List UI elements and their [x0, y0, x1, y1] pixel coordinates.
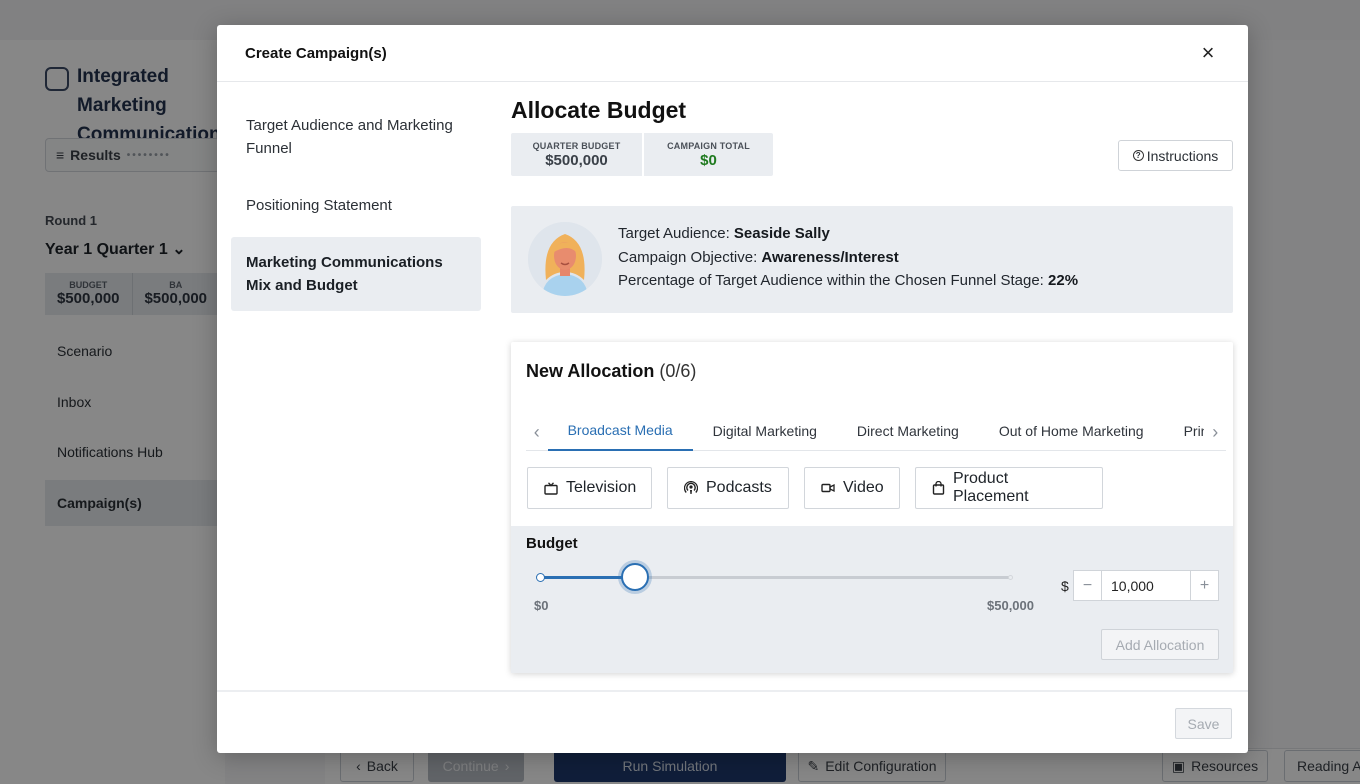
budget-slider[interactable]	[536, 562, 1016, 592]
slider-end-dot	[1008, 575, 1013, 580]
instructions-button[interactable]: ? Instructions	[1118, 140, 1233, 171]
target-audience-label: Target Audience:	[618, 225, 730, 242]
amount-stepper: − +	[1073, 570, 1219, 601]
tab-out-of-home-marketing[interactable]: Out of Home Marketing	[979, 415, 1164, 451]
create-campaign-modal: Create Campaign(s) × Target Audience and…	[217, 25, 1248, 753]
close-icon[interactable]: ×	[1196, 42, 1220, 64]
decrement-button[interactable]: −	[1074, 571, 1102, 600]
tab-print[interactable]: Print	[1164, 415, 1205, 451]
step-positioning-statement[interactable]: Positioning Statement	[231, 180, 481, 231]
campaign-total-label: CAMPAIGN TOTAL	[667, 141, 750, 151]
allocation-title-text: New Allocation	[526, 361, 655, 381]
channel-podcasts-label: Podcasts	[706, 479, 772, 496]
target-audience-line: Target Audience: Seaside Sally	[618, 222, 1078, 246]
television-icon	[544, 481, 558, 495]
budget-summary-box: QUARTER BUDGET $500,000 CAMPAIGN TOTAL $…	[511, 133, 773, 176]
save-button[interactable]: Save	[1175, 708, 1232, 739]
campaign-total-value: $0	[700, 152, 717, 169]
tab-direct-marketing[interactable]: Direct Marketing	[837, 415, 979, 451]
allocation-count: (0/6)	[659, 361, 697, 381]
quarter-budget: QUARTER BUDGET $500,000	[511, 133, 642, 176]
currency-symbol: $	[1061, 578, 1069, 594]
persona-illustration	[528, 222, 602, 296]
podcast-icon	[684, 481, 698, 494]
target-audience-card: Target Audience: Seaside Sally Campaign …	[511, 206, 1233, 313]
slider-min-label: $0	[534, 598, 549, 613]
wizard-steps: Target Audience and Marketing Funnel Pos…	[231, 100, 481, 317]
video-camera-icon	[821, 483, 835, 493]
amount-input[interactable]	[1102, 571, 1190, 600]
channel-video-label: Video	[843, 479, 884, 496]
budget-label: Budget	[526, 535, 578, 552]
channel-options: Television Podcasts Video Product Placem…	[527, 467, 1103, 509]
step-marketing-mix-budget[interactable]: Marketing Communications Mix and Budget	[231, 237, 481, 311]
tab-digital-marketing[interactable]: Digital Marketing	[693, 415, 837, 451]
channel-product-placement-label: Product Placement	[953, 470, 1029, 505]
audience-details: Target Audience: Seaside Sally Campaign …	[618, 222, 1078, 293]
modal-title: Create Campaign(s)	[245, 44, 387, 62]
channel-podcasts-button[interactable]: Podcasts	[667, 467, 789, 509]
tabs-scroll-left-icon[interactable]: ‹	[526, 415, 548, 449]
increment-button[interactable]: +	[1190, 571, 1218, 600]
channel-video-button[interactable]: Video	[804, 467, 900, 509]
slider-thumb[interactable]	[621, 563, 649, 591]
budget-panel: Budget $0 $50,000 $ − + Add Allocation	[511, 526, 1233, 673]
funnel-percentage-line: Percentage of Target Audience within the…	[618, 269, 1078, 293]
quarter-budget-value: $500,000	[545, 152, 608, 169]
modal-header: Create Campaign(s) ×	[217, 25, 1248, 82]
add-allocation-button[interactable]: Add Allocation	[1101, 629, 1219, 660]
allocate-budget-content: Allocate Budget QUARTER BUDGET $500,000 …	[511, 82, 1233, 692]
audience-avatar	[528, 222, 602, 296]
tabs-scroll-right-icon[interactable]: ›	[1204, 415, 1226, 449]
instructions-label: Instructions	[1146, 147, 1219, 164]
funnel-percentage-label: Percentage of Target Audience within the…	[618, 272, 1044, 289]
tab-broadcast-media[interactable]: Broadcast Media	[547, 415, 693, 451]
channel-television-label: Television	[566, 479, 637, 496]
slider-start-dot	[536, 573, 545, 582]
media-tabs: ‹ Broadcast Media Digital Marketing Dire…	[526, 415, 1226, 451]
slider-max-label: $50,000	[987, 598, 1034, 613]
campaign-objective-line: Campaign Objective: Awareness/Interest	[618, 246, 1078, 270]
allocation-title: New Allocation (0/6)	[526, 361, 696, 382]
shopping-bag-icon	[932, 481, 945, 495]
campaign-objective-value: Awareness/Interest	[761, 248, 899, 266]
step-target-audience[interactable]: Target Audience and Marketing Funnel	[231, 100, 481, 174]
campaign-total: CAMPAIGN TOTAL $0	[642, 133, 773, 176]
target-audience-value: Seaside Sally	[733, 225, 830, 242]
channel-product-placement-button[interactable]: Product Placement	[915, 467, 1103, 509]
question-circle-icon: ?	[1132, 150, 1144, 161]
page-title: Allocate Budget	[511, 97, 687, 123]
funnel-percentage-value: 22%	[1048, 272, 1079, 289]
channel-television-button[interactable]: Television	[527, 467, 652, 509]
quarter-budget-label: QUARTER BUDGET	[532, 141, 621, 151]
new-allocation-card: New Allocation (0/6) ‹ Broadcast Media D…	[511, 342, 1233, 673]
campaign-objective-label: Campaign Objective:	[618, 248, 758, 266]
modal-footer: Save	[217, 690, 1248, 753]
